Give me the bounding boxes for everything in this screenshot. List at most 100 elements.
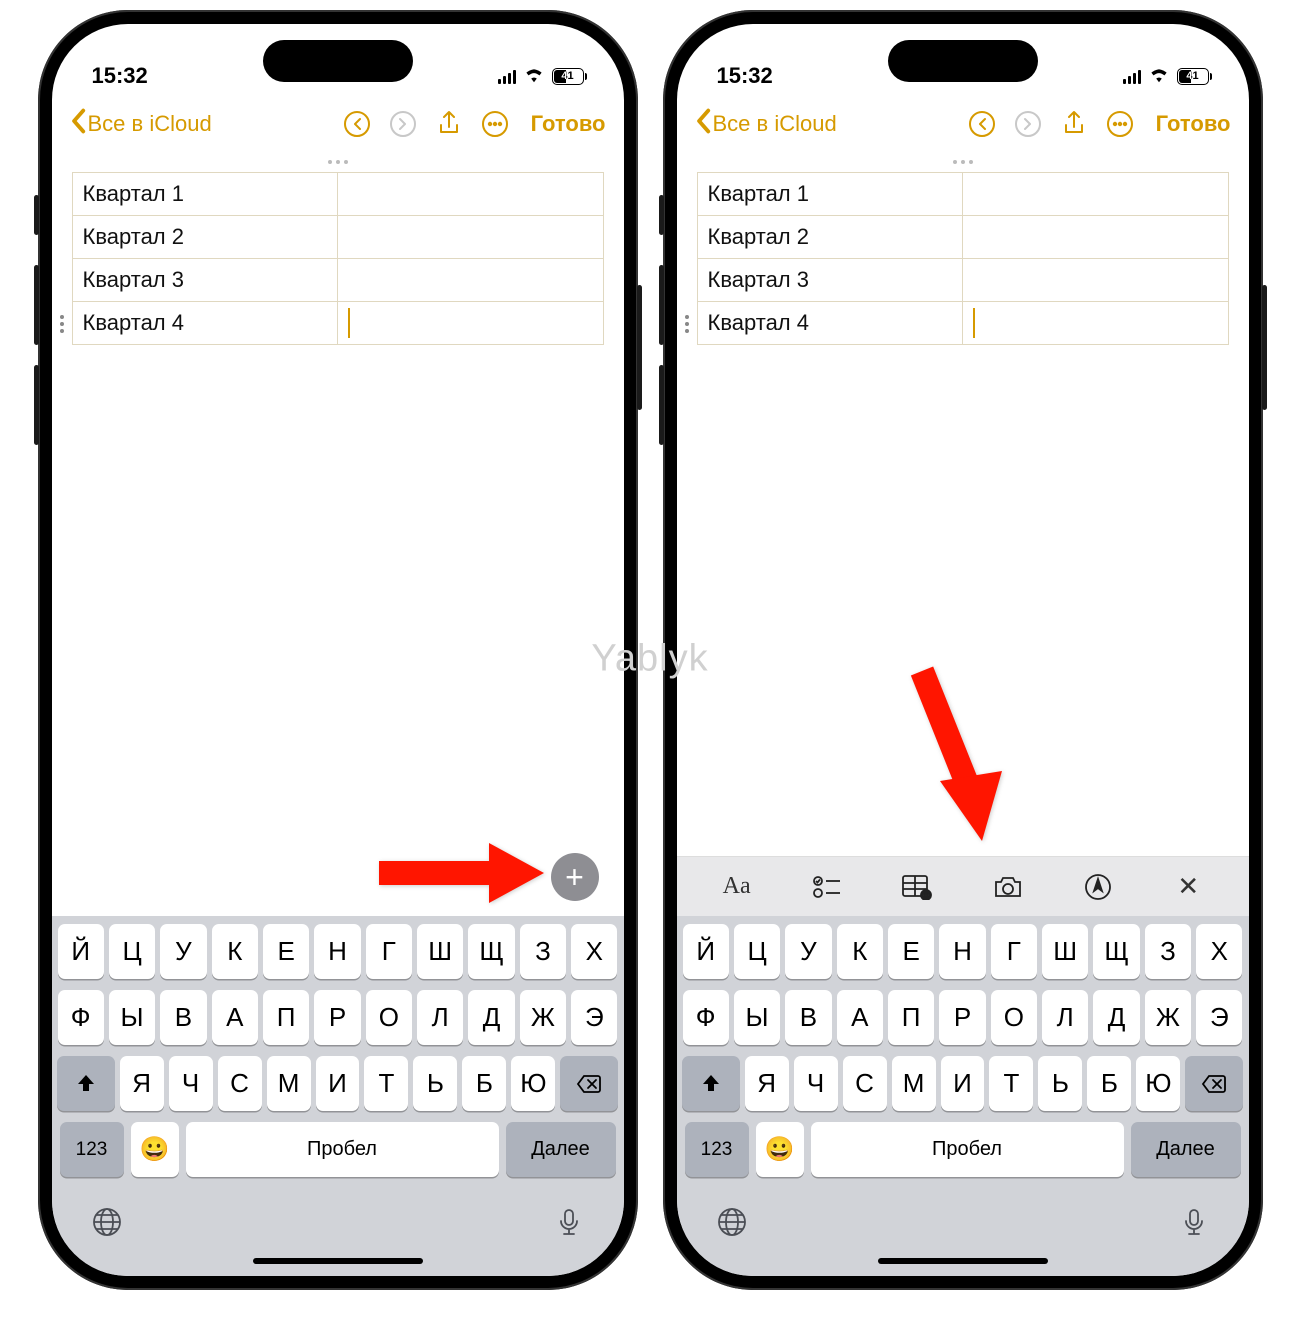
letter-key[interactable]: М (267, 1056, 311, 1111)
letter-key[interactable]: У (785, 924, 831, 979)
globe-key[interactable] (716, 1206, 748, 1243)
letter-key[interactable]: Э (1196, 990, 1242, 1045)
share-button[interactable] (1056, 106, 1092, 142)
letter-key[interactable]: Г (991, 924, 1037, 979)
note-table[interactable]: Квартал 1 Квартал 2 Квартал 3 Квартал 4 (697, 172, 1229, 345)
row-handle-icon[interactable] (60, 315, 64, 333)
letter-key[interactable]: Ш (1042, 924, 1088, 979)
letter-key[interactable]: Н (314, 924, 360, 979)
space-key[interactable]: Пробел (186, 1122, 499, 1177)
letter-key[interactable]: Ю (511, 1056, 555, 1111)
numeric-key[interactable]: 123 (60, 1122, 124, 1177)
format-text-button[interactable]: Aa (718, 868, 756, 906)
emoji-key[interactable]: 😀 (756, 1122, 804, 1177)
letter-key[interactable]: А (837, 990, 883, 1045)
letter-key[interactable]: И (941, 1056, 985, 1111)
letter-key[interactable]: Й (683, 924, 729, 979)
next-key[interactable]: Далее (506, 1122, 616, 1177)
letter-key[interactable]: Щ (468, 924, 514, 979)
letter-key[interactable]: Т (364, 1056, 408, 1111)
letter-key[interactable]: Ф (683, 990, 729, 1045)
letter-key[interactable]: К (837, 924, 883, 979)
home-indicator[interactable] (878, 1258, 1048, 1264)
mic-key[interactable] (1178, 1206, 1210, 1243)
add-button[interactable]: + (551, 853, 599, 901)
table-cell[interactable]: Квартал 3 (72, 259, 338, 302)
table-cell[interactable] (963, 173, 1229, 216)
table-cell[interactable] (338, 216, 604, 259)
letter-key[interactable]: Л (417, 990, 463, 1045)
letter-key[interactable]: Щ (1093, 924, 1139, 979)
table-cell[interactable] (963, 259, 1229, 302)
note-table-area[interactable]: Квартал 1 Квартал 2 Квартал 3 Квартал 4 (52, 160, 624, 333)
letter-key[interactable]: Ч (794, 1056, 838, 1111)
letter-key[interactable]: Х (571, 924, 617, 979)
letter-key[interactable]: Х (1196, 924, 1242, 979)
space-key[interactable]: Пробел (811, 1122, 1124, 1177)
letter-key[interactable]: П (263, 990, 309, 1045)
letter-key[interactable]: Й (58, 924, 104, 979)
table-cell[interactable]: Квартал 1 (697, 173, 963, 216)
letter-key[interactable]: Г (366, 924, 412, 979)
home-indicator[interactable] (253, 1258, 423, 1264)
table-cell[interactable] (338, 259, 604, 302)
checklist-button[interactable] (808, 868, 846, 906)
back-button[interactable]: Все в iCloud (695, 108, 837, 140)
letter-key[interactable]: Р (314, 990, 360, 1045)
share-button[interactable] (431, 106, 467, 142)
letter-key[interactable]: Ж (520, 990, 566, 1045)
delete-key[interactable] (1185, 1056, 1242, 1111)
close-toolbar-button[interactable]: ✕ (1169, 868, 1207, 906)
delete-key[interactable] (560, 1056, 617, 1111)
letter-key[interactable]: Э (571, 990, 617, 1045)
letter-key[interactable]: У (160, 924, 206, 979)
note-table[interactable]: Квартал 1 Квартал 2 Квартал 3 Квартал 4 (72, 172, 604, 345)
letter-key[interactable]: С (218, 1056, 262, 1111)
letter-key[interactable]: Ь (413, 1056, 457, 1111)
letter-key[interactable]: Т (989, 1056, 1033, 1111)
emoji-key[interactable]: 😀 (131, 1122, 179, 1177)
letter-key[interactable]: Ы (734, 990, 780, 1045)
letter-key[interactable]: О (991, 990, 1037, 1045)
done-button[interactable]: Готово (531, 111, 606, 137)
back-button[interactable]: Все в iCloud (70, 108, 212, 140)
letter-key[interactable]: Л (1042, 990, 1088, 1045)
letter-key[interactable]: Н (939, 924, 985, 979)
table-cell[interactable] (963, 216, 1229, 259)
letter-key[interactable]: А (212, 990, 258, 1045)
letter-key[interactable]: К (212, 924, 258, 979)
letter-key[interactable]: Б (462, 1056, 506, 1111)
globe-key[interactable] (91, 1206, 123, 1243)
column-handle-icon[interactable] (72, 160, 604, 164)
letter-key[interactable]: С (843, 1056, 887, 1111)
more-button[interactable] (477, 106, 513, 142)
letter-key[interactable]: П (888, 990, 934, 1045)
shift-key[interactable] (57, 1056, 114, 1111)
letter-key[interactable]: Ь (1038, 1056, 1082, 1111)
table-button[interactable] (898, 868, 936, 906)
letter-key[interactable]: Ф (58, 990, 104, 1045)
letter-key[interactable]: Ж (1145, 990, 1191, 1045)
next-key[interactable]: Далее (1131, 1122, 1241, 1177)
row-handle-icon[interactable] (685, 315, 689, 333)
letter-key[interactable]: Я (745, 1056, 789, 1111)
letter-key[interactable]: Ы (109, 990, 155, 1045)
table-cell[interactable]: Квартал 3 (697, 259, 963, 302)
numeric-key[interactable]: 123 (685, 1122, 749, 1177)
table-cell[interactable]: Квартал 1 (72, 173, 338, 216)
letter-key[interactable]: Я (120, 1056, 164, 1111)
camera-button[interactable] (989, 868, 1027, 906)
table-cell[interactable]: Квартал 2 (72, 216, 338, 259)
letter-key[interactable]: О (366, 990, 412, 1045)
keyboard[interactable]: ЙЦУКЕНГШЩЗХ ФЫВАПРОЛДЖЭ ЯЧСМИТЬБЮ 123 😀 … (677, 916, 1249, 1276)
letter-key[interactable]: Д (1093, 990, 1139, 1045)
letter-key[interactable]: Ю (1136, 1056, 1180, 1111)
letter-key[interactable]: Р (939, 990, 985, 1045)
keyboard[interactable]: ЙЦУКЕНГШЩЗХ ФЫВАПРОЛДЖЭ ЯЧСМИТЬБЮ 123 😀 … (52, 916, 624, 1276)
note-table-area[interactable]: Квартал 1 Квартал 2 Квартал 3 Квартал 4 (677, 160, 1249, 333)
undo-button[interactable] (964, 106, 1000, 142)
markup-button[interactable] (1079, 868, 1117, 906)
letter-key[interactable]: З (520, 924, 566, 979)
letter-key[interactable]: М (892, 1056, 936, 1111)
letter-key[interactable]: В (160, 990, 206, 1045)
